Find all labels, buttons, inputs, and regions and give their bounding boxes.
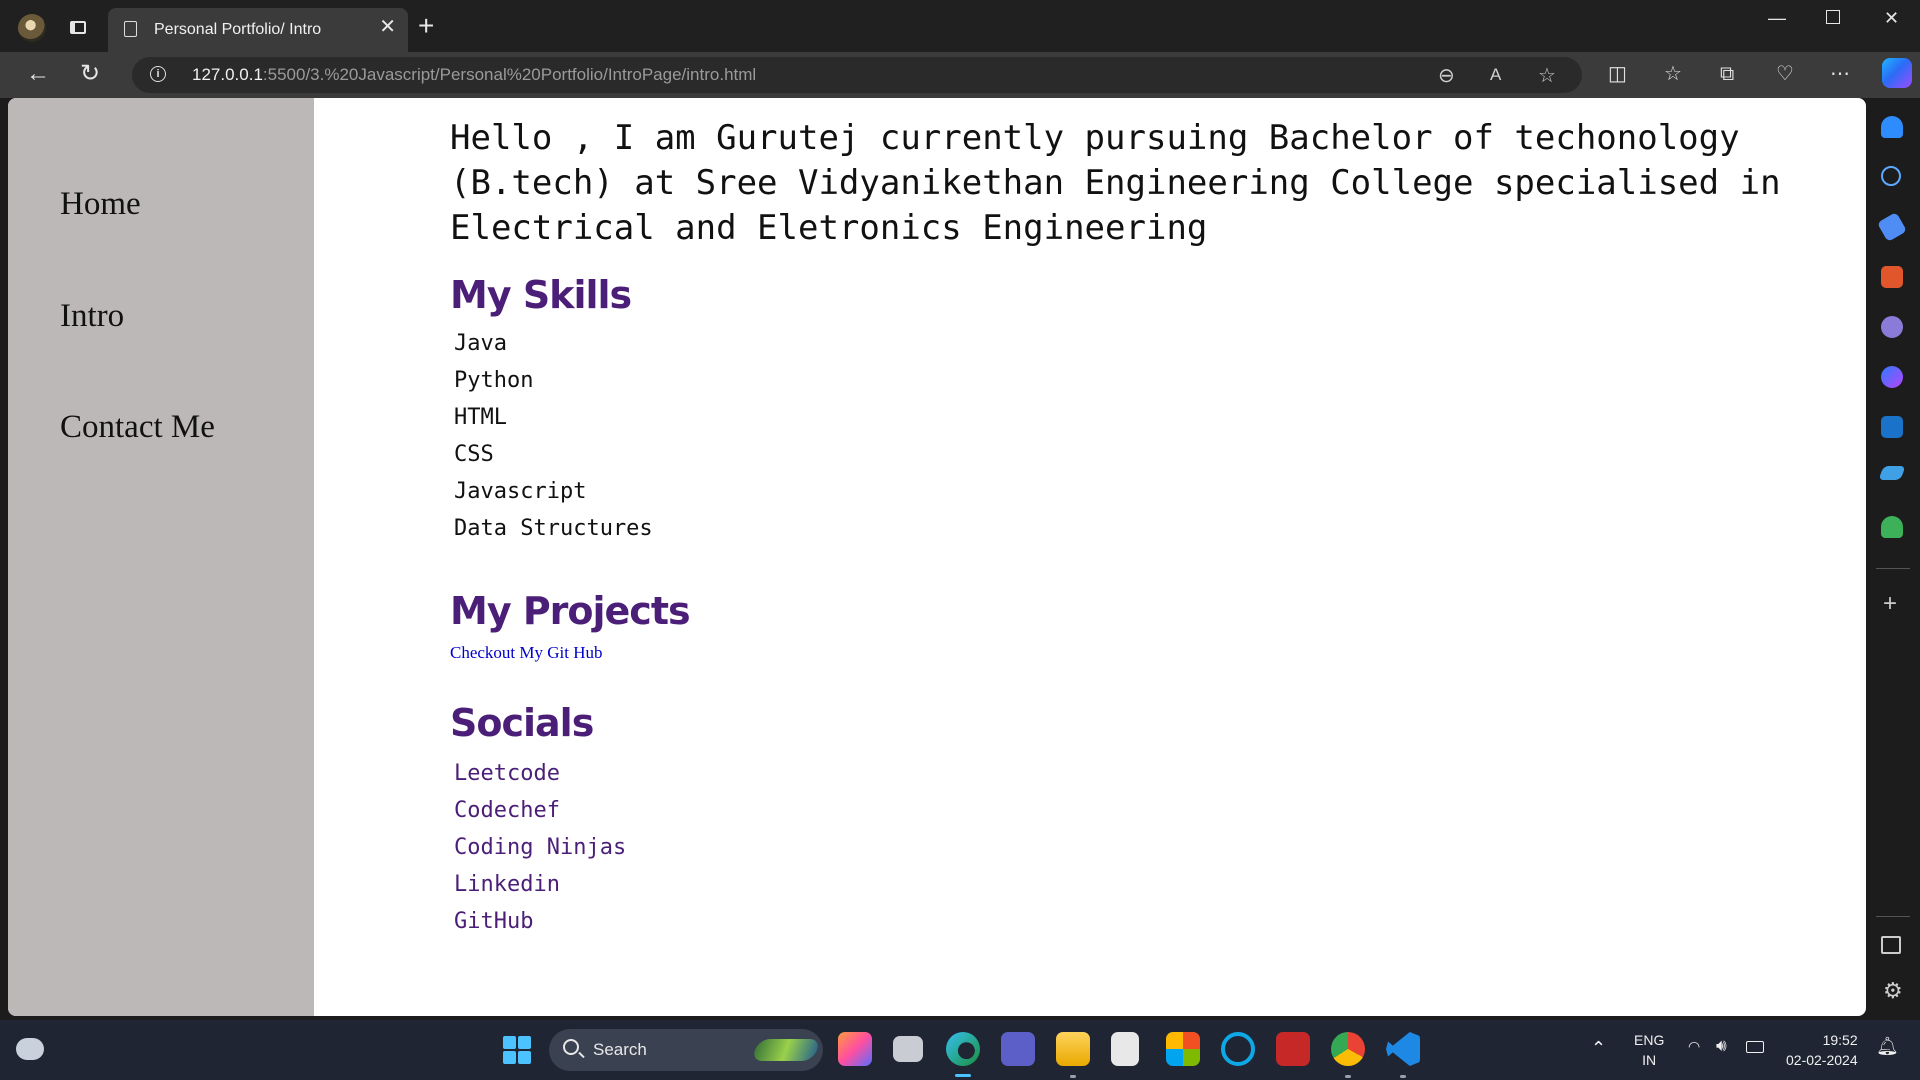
profile-avatar[interactable]	[18, 14, 46, 42]
running-app-indicator	[1345, 1075, 1351, 1078]
favorite-star-icon[interactable]: ☆	[1538, 63, 1556, 88]
more-menu-icon[interactable]: ⋯	[1830, 63, 1850, 85]
nav-home-link[interactable]: Home	[60, 186, 141, 223]
main-content: Hello , I am Gurutej currently pursuing …	[450, 116, 1860, 940]
games-icon[interactable]	[1881, 316, 1903, 338]
outlook-icon[interactable]	[1881, 416, 1903, 438]
send-icon[interactable]	[1878, 466, 1906, 480]
socials-list: Leetcode Codechef Coding Ninjas Linkedin…	[450, 755, 1860, 940]
search-icon	[563, 1039, 579, 1055]
skill-item: Python	[454, 368, 534, 393]
sidebar-divider	[1876, 568, 1910, 569]
copilot-preview-app-icon[interactable]	[838, 1032, 872, 1066]
hide-sidebar-icon[interactable]	[1881, 936, 1901, 954]
search-icon[interactable]	[1881, 166, 1901, 186]
active-app-indicator	[955, 1074, 971, 1077]
edge-browser-icon[interactable]	[946, 1032, 980, 1066]
nav-contact-link[interactable]: Contact Me	[60, 409, 215, 446]
github-projects-link[interactable]: Checkout My Git Hub	[450, 643, 603, 662]
language-indicator[interactable]: ENG IN	[1634, 1030, 1664, 1070]
copilot-icon[interactable]	[1882, 58, 1912, 88]
volume-icon[interactable]: 🔊︎	[1716, 1036, 1727, 1056]
back-icon[interactable]: ←	[26, 62, 50, 86]
edge-sidebar: + ⚙	[1866, 98, 1920, 1018]
chrome-icon[interactable]	[1331, 1032, 1365, 1066]
taskbar-search[interactable]: Search	[549, 1029, 823, 1071]
nav-intro-link[interactable]: Intro	[60, 298, 124, 335]
battery-icon[interactable]	[1746, 1041, 1764, 1053]
active-tab[interactable]: Personal Portfolio/ Intro ✕	[108, 8, 408, 52]
teams-icon[interactable]	[1001, 1032, 1035, 1066]
search-placeholder: Search	[593, 1040, 647, 1059]
windows-taskbar: Search ⌃ ENG IN ◠ 🔊︎ 19:52 02-02-2024 🔔︎	[0, 1020, 1920, 1080]
browser-essentials-icon[interactable]: ♡	[1776, 63, 1794, 85]
notifications-icon[interactable]	[1881, 116, 1903, 138]
address-toolbar: ← ↻ i 127.0.0.1:5500/3.%20Javascript/Per…	[0, 52, 1920, 98]
url-text: 127.0.0.1:5500/3.%20Javascript/Personal%…	[192, 65, 757, 84]
page-icon	[124, 21, 137, 37]
site-info-icon[interactable]: i	[150, 66, 166, 82]
skill-item: Java	[454, 331, 507, 356]
skill-item: CSS	[454, 442, 494, 467]
maximize-icon[interactable]	[1826, 10, 1840, 24]
search-highlight-image	[750, 1039, 822, 1061]
collections-icon[interactable]: ⧉	[1720, 63, 1734, 85]
skill-item: Javascript	[454, 479, 587, 504]
page-viewport: Home Intro Contact Me Hello , I am Gurut…	[8, 98, 1866, 1016]
projects-heading: My Projects	[450, 589, 691, 633]
start-button[interactable]	[503, 1036, 531, 1064]
show-hidden-icons-chevron[interactable]: ⌃	[1591, 1038, 1606, 1059]
social-link-codechef[interactable]: Codechef	[454, 792, 1860, 829]
social-link-github[interactable]: GitHub	[454, 903, 1860, 940]
social-link-coding-ninjas[interactable]: Coding Ninjas	[454, 829, 1860, 866]
skills-heading: My Skills	[450, 273, 632, 317]
sidebar-divider	[1876, 916, 1910, 917]
wifi-icon[interactable]: ◠	[1688, 1038, 1700, 1055]
tree-icon[interactable]	[1881, 516, 1903, 538]
settings-gear-icon[interactable]: ⚙	[1883, 978, 1903, 1004]
file-explorer-icon[interactable]	[1056, 1032, 1090, 1066]
add-sidebar-app-icon[interactable]: +	[1883, 590, 1897, 618]
vscode-icon[interactable]	[1386, 1032, 1420, 1066]
intro-paragraph: Hello , I am Gurutej currently pursuing …	[450, 118, 1781, 248]
refresh-icon[interactable]: ↻	[80, 62, 100, 86]
social-link-linkedin[interactable]: Linkedin	[454, 866, 1860, 903]
notification-bell-icon[interactable]: 🔔︎	[1876, 1036, 1899, 1057]
weather-icon[interactable]	[16, 1038, 44, 1060]
read-aloud-icon[interactable]: A	[1490, 65, 1501, 85]
notepad-icon[interactable]	[1111, 1032, 1139, 1066]
tab-actions-icon[interactable]	[70, 21, 86, 34]
social-link-leetcode[interactable]: Leetcode	[454, 755, 1860, 792]
clock[interactable]: 19:52 02-02-2024	[1786, 1030, 1858, 1070]
cortana-icon[interactable]	[1221, 1032, 1255, 1066]
skill-item: HTML	[454, 405, 507, 430]
microsoft-365-icon[interactable]	[1881, 366, 1903, 388]
address-bar[interactable]: i 127.0.0.1:5500/3.%20Javascript/Persona…	[132, 57, 1582, 93]
task-view-icon[interactable]	[893, 1036, 923, 1062]
tab-title: Personal Portfolio/ Intro	[154, 21, 322, 38]
skills-list: Java Python HTML CSS Javascript Data Str…	[450, 325, 1860, 547]
skill-item: Data Structures	[454, 516, 653, 541]
tools-icon[interactable]	[1881, 266, 1903, 288]
running-app-indicator	[1400, 1075, 1406, 1078]
microsoft-store-icon[interactable]	[1166, 1032, 1200, 1066]
shopping-tag-icon[interactable]	[1876, 211, 1908, 243]
running-app-indicator	[1070, 1075, 1076, 1078]
split-screen-icon[interactable]: ◫	[1608, 63, 1627, 85]
socials-heading: Socials	[450, 701, 594, 745]
favorites-icon[interactable]: ☆	[1664, 63, 1682, 85]
red-app-icon[interactable]	[1276, 1032, 1310, 1066]
close-tab-icon[interactable]: ✕	[379, 17, 396, 37]
minimize-icon[interactable]: —	[1768, 8, 1786, 29]
sidebar-nav: Home Intro Contact Me	[8, 98, 314, 1016]
close-window-icon[interactable]: ✕	[1884, 8, 1899, 29]
browser-tab-bar: Personal Portfolio/ Intro ✕ + — ✕	[0, 0, 1920, 52]
new-tab-icon[interactable]: +	[418, 12, 434, 40]
zoom-icon[interactable]: ⊖	[1438, 63, 1455, 88]
